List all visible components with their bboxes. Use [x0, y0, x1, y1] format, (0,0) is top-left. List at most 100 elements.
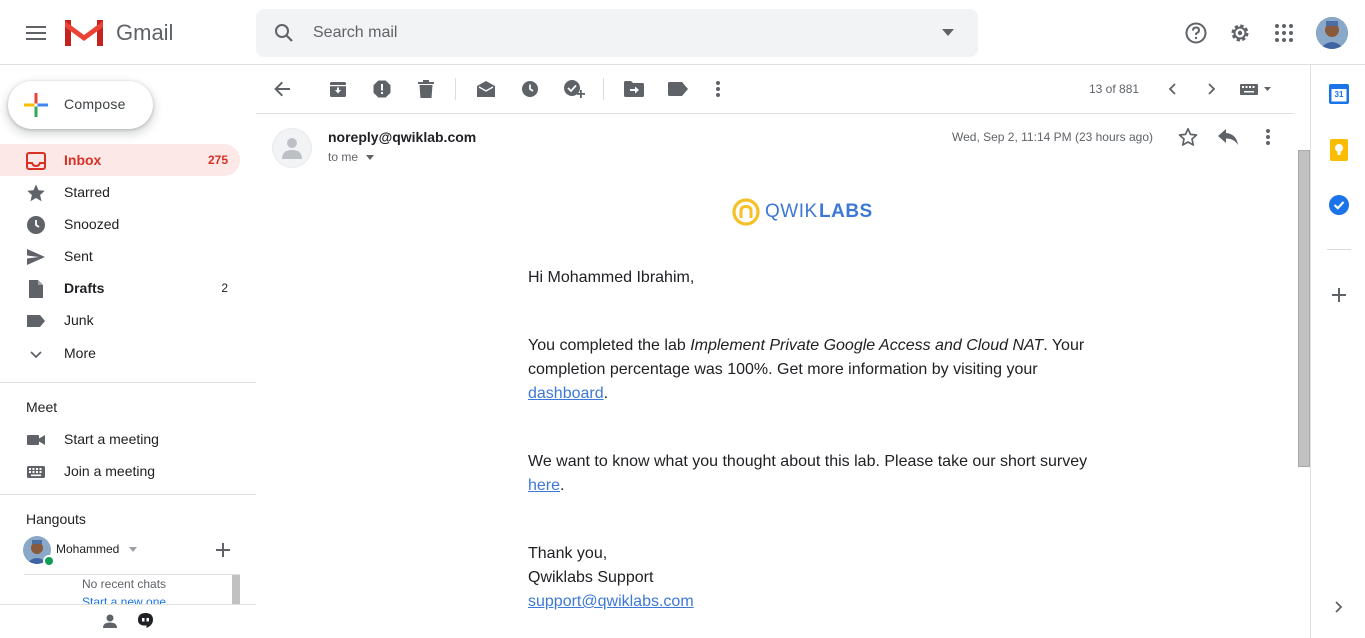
toolbar-divider: [455, 78, 456, 100]
sidebar-item-junk[interactable]: Junk: [0, 304, 240, 336]
lab-name: Implement Private Google Access and Clou…: [690, 337, 1044, 354]
video-camera-icon: [26, 430, 46, 450]
meet-section-title: Meet: [26, 399, 58, 415]
completion-paragraph: You completed the lab Implement Private …: [528, 334, 1088, 406]
body-text: We want to know what you thought about t…: [528, 453, 1088, 470]
pagination-count: 13 of 881: [1089, 82, 1140, 96]
archive-icon[interactable]: [326, 77, 350, 101]
more-options-icon[interactable]: [706, 77, 730, 101]
search-icon[interactable]: [274, 23, 294, 43]
star-outline-icon[interactable]: [1176, 125, 1200, 149]
draft-document-icon: [26, 279, 46, 299]
newer-chevron-left-icon[interactable]: [1160, 77, 1184, 101]
search-options-dropdown-icon[interactable]: [942, 29, 954, 36]
add-to-tasks-icon[interactable]: [562, 77, 586, 101]
toolbar-bottom-divider: [256, 113, 1294, 114]
support-email-link[interactable]: support@qwiklabs.com: [528, 593, 694, 610]
recipient-details-dropdown-icon[interactable]: [366, 155, 374, 160]
help-icon[interactable]: [1176, 13, 1216, 53]
hangouts-bottom-bar: [0, 604, 256, 638]
search-bar[interactable]: [256, 9, 978, 57]
qwiklabs-logo: QWIK LABS: [732, 198, 882, 228]
older-chevron-right-icon[interactable]: [1200, 77, 1224, 101]
sidebar-item-more[interactable]: More: [0, 337, 240, 369]
input-tools-keyboard-icon[interactable]: [1238, 77, 1274, 101]
apps-grid-icon[interactable]: [1264, 13, 1304, 53]
compose-label: Compose: [64, 96, 126, 112]
main-menu-icon[interactable]: [16, 13, 56, 53]
qwiklabs-logo-icon: [732, 198, 760, 226]
sidebar-item-label: Starred: [64, 184, 110, 200]
message-more-options-icon[interactable]: [1256, 125, 1280, 149]
sender-avatar[interactable]: [272, 128, 312, 168]
mark-as-unread-icon[interactable]: [474, 77, 498, 101]
logo-text-labs: LABS: [819, 201, 873, 222]
settings-gear-icon[interactable]: [1220, 13, 1260, 53]
status-dropdown-icon[interactable]: [129, 547, 137, 552]
message-body: Hi Mohammed Ibrahim, You completed the l…: [528, 266, 1088, 614]
body-text: .: [560, 477, 565, 494]
no-recent-chats-text: No recent chats: [82, 577, 167, 591]
reply-arrow-icon[interactable]: [1216, 125, 1240, 149]
rail-divider: [1327, 249, 1351, 250]
sidebar-divider: [0, 382, 256, 383]
tasks-check-icon[interactable]: [1329, 195, 1349, 215]
body-text: You completed the lab: [528, 337, 691, 354]
online-status-dot: [43, 555, 55, 567]
sidebar-divider: [0, 494, 256, 495]
calendar-day-number: 31: [1334, 90, 1344, 99]
back-arrow-icon[interactable]: [270, 77, 294, 101]
signoff-line: Thank you,: [528, 545, 608, 562]
star-icon: [26, 183, 46, 203]
labels-icon[interactable]: [666, 77, 690, 101]
account-avatar[interactable]: [1316, 17, 1348, 49]
keyboard-icon: [26, 462, 46, 482]
message-scrollbar[interactable]: [1298, 150, 1310, 467]
brand-name[interactable]: Gmail: [116, 20, 173, 46]
drafts-count: 2: [221, 281, 228, 295]
survey-link[interactable]: here: [528, 477, 560, 494]
message-date: Wed, Sep 2, 11:14 PM (23 hours ago): [952, 130, 1154, 144]
sidebar-item-snoozed[interactable]: Snoozed: [0, 208, 240, 240]
calendar-icon[interactable]: 31: [1329, 84, 1349, 104]
sidebar-item-label: Inbox: [64, 152, 102, 168]
get-addons-plus-icon[interactable]: [1332, 288, 1346, 302]
dashboard-link[interactable]: dashboard: [528, 385, 604, 402]
contacts-person-icon[interactable]: [102, 613, 118, 629]
sidebar-item-label: Drafts: [64, 280, 105, 296]
gmail-logo-icon[interactable]: [65, 18, 103, 46]
unread-count: 275: [207, 153, 228, 167]
sidebar-item-label: Sent: [64, 248, 93, 264]
snooze-clock-icon[interactable]: [518, 77, 542, 101]
side-panel-rail: 31: [1310, 65, 1365, 638]
signature-line: Qwiklabs Support: [528, 569, 654, 586]
clock-icon: [26, 215, 46, 235]
sender-email[interactable]: noreply@qwiklab.com: [328, 129, 476, 145]
sidebar-item-inbox[interactable]: Inbox 275: [0, 144, 240, 176]
compose-plus-icon: [24, 93, 48, 117]
survey-paragraph: We want to know what you thought about t…: [528, 450, 1088, 498]
sidebar-item-starred[interactable]: Starred: [0, 176, 240, 208]
recipient-text: to me: [328, 150, 359, 164]
chat-list-scrollbar[interactable]: [232, 575, 240, 604]
move-to-folder-icon[interactable]: [622, 77, 646, 101]
sidebar-item-label: Junk: [64, 312, 94, 328]
new-chat-plus-icon[interactable]: [216, 543, 230, 557]
compose-button[interactable]: Compose: [8, 81, 153, 129]
sidebar-item-drafts[interactable]: Drafts 2: [0, 272, 240, 304]
logo-text-qwik: QWIK: [765, 201, 818, 222]
search-input[interactable]: [313, 9, 913, 57]
label-tag-icon: [26, 311, 46, 331]
start-new-chat-link[interactable]: Start a new one: [82, 595, 166, 604]
sidebar-item-label: More: [64, 345, 96, 361]
hangouts-chat-icon[interactable]: [137, 612, 154, 630]
report-spam-icon[interactable]: [370, 77, 394, 101]
hangouts-username[interactable]: Mohammed: [56, 542, 119, 556]
show-side-panel-chevron-icon[interactable]: [1335, 601, 1343, 613]
delete-trash-icon[interactable]: [414, 77, 438, 101]
keep-lightbulb-icon[interactable]: [1330, 139, 1348, 161]
chevron-down-icon: [26, 344, 46, 364]
join-meeting-item[interactable]: Join a meeting: [0, 455, 240, 487]
start-meeting-item[interactable]: Start a meeting: [0, 423, 240, 455]
sidebar-item-sent[interactable]: Sent: [0, 240, 240, 272]
